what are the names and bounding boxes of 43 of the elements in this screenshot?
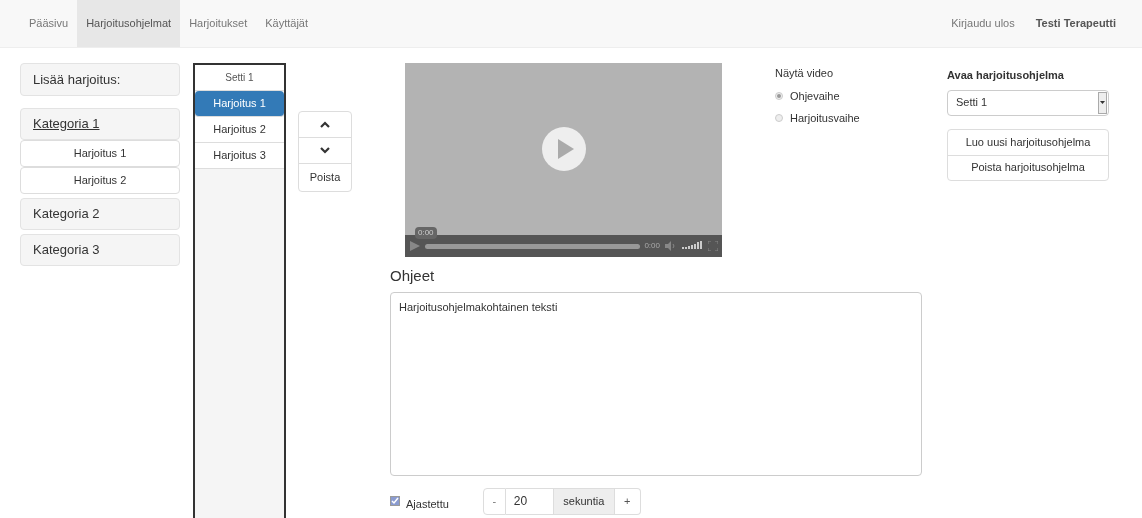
unit-label: sekuntia xyxy=(552,487,615,515)
open-program-title: Avaa harjoitusohjelma xyxy=(947,68,1065,83)
radio-button[interactable] xyxy=(775,114,783,123)
user-name: Testi Terapeutti xyxy=(1034,16,1117,32)
time-bubble: 0:00 xyxy=(415,227,437,239)
logout-link[interactable]: Kirjaudu ulos xyxy=(942,0,1024,47)
timed-label: Ajastettu xyxy=(406,496,449,512)
nav-tab[interactable]: Käyttäjät xyxy=(256,0,317,47)
program-action-button[interactable]: Luo uusi harjoitusohjelma xyxy=(948,129,1108,155)
play-icon[interactable] xyxy=(540,126,587,172)
nav-tab[interactable]: Pääsivu xyxy=(20,0,78,47)
timed-checkbox[interactable] xyxy=(390,496,400,506)
volume-level-icon[interactable] xyxy=(682,241,704,251)
chevron-down-icon xyxy=(320,147,330,154)
fullscreen-icon[interactable] xyxy=(708,241,718,251)
show-video-label: Näytä video xyxy=(775,66,835,81)
exercise-item[interactable]: Harjoitus 2 xyxy=(20,167,180,194)
video-time: 0:00 xyxy=(644,240,660,252)
instructions-title: Ohjeet xyxy=(390,266,436,286)
program-action-button[interactable]: Poista harjoitusohjelma xyxy=(948,154,1108,180)
decrement-button[interactable]: - xyxy=(482,487,506,515)
exercise-item[interactable]: Harjoitus 1 xyxy=(20,140,180,167)
volume-icon[interactable] xyxy=(664,241,678,251)
radio-button[interactable] xyxy=(775,91,783,100)
radio-label: Ohjevaihe xyxy=(790,88,840,104)
category-header[interactable]: Kategoria 1 xyxy=(20,108,180,140)
category-header[interactable]: Kategoria 2 xyxy=(20,198,180,230)
category-header[interactable]: Kategoria 3 xyxy=(20,234,180,266)
add-exercise-header: Lisää harjoitus: xyxy=(20,63,180,96)
program-item[interactable]: Harjoitus 3 xyxy=(195,143,284,169)
chevron-up-icon xyxy=(320,121,330,128)
seconds-field[interactable]: 20 xyxy=(505,487,553,515)
increment-button[interactable]: + xyxy=(614,487,641,515)
radio-label: Harjoitusvaihe xyxy=(790,111,860,126)
program-item[interactable]: Harjoitus 2 xyxy=(195,117,284,143)
play-icon[interactable] xyxy=(409,240,421,252)
dropdown-icon xyxy=(1098,91,1107,114)
nav-tab[interactable]: Harjoitukset xyxy=(180,0,257,47)
program-select[interactable]: Setti 1 xyxy=(947,89,1109,116)
program-item[interactable]: Harjoitus 1 xyxy=(195,91,284,117)
set-header[interactable]: Setti 1 xyxy=(195,65,284,91)
instructions-field[interactable]: Harjoitusohjelmakohtainen teksti xyxy=(390,291,922,476)
nav-tab[interactable]: Harjoitusohjelmat xyxy=(77,0,181,47)
